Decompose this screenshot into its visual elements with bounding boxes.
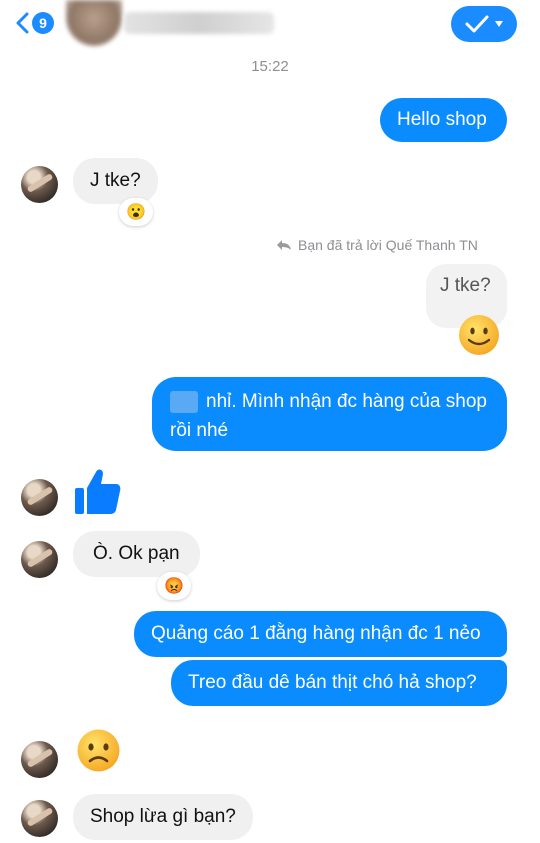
message-incoming[interactable]: J tke? <box>73 158 158 204</box>
sad-emoji-icon[interactable] <box>76 728 121 773</box>
contact-avatar[interactable] <box>21 541 58 578</box>
reaction-wow-icon[interactable]: 😮 <box>119 198 153 226</box>
chevron-left-icon <box>16 12 29 34</box>
check-menu-button[interactable] <box>451 6 517 42</box>
message-incoming[interactable]: Ò. Ok pạn <box>73 531 200 577</box>
back-button[interactable]: 9 <box>14 8 54 38</box>
contact-avatar[interactable] <box>21 741 58 778</box>
reaction-angry-icon[interactable]: 😡 <box>157 572 191 600</box>
checkmark-icon <box>465 15 489 33</box>
contact-avatar[interactable] <box>21 479 58 516</box>
contact-avatar[interactable] <box>21 800 58 837</box>
reply-note-text: Bạn đã trả lời Quế Thanh TN <box>298 237 478 253</box>
thumbs-up-icon[interactable] <box>74 466 122 516</box>
message-outgoing[interactable]: Treo đầu dê bán thịt chó hả shop? <box>171 660 507 706</box>
smile-emoji-icon[interactable] <box>458 314 500 356</box>
message-incoming[interactable]: Shop lừa gì bạn? <box>73 794 253 840</box>
message-line: nhỉ. Mình nhận đc hàng của shop <box>170 387 491 416</box>
reply-indicator: Bạn đã trả lời Quế Thanh TN <box>276 237 478 253</box>
unread-count-badge: 9 <box>32 12 54 34</box>
contact-avatar[interactable] <box>66 0 122 46</box>
redacted-block <box>170 390 198 413</box>
chat-header: 9 <box>0 0 540 48</box>
message-outgoing[interactable]: nhỉ. Mình nhận đc hàng của shop rồi nhé <box>152 377 507 451</box>
contact-name[interactable] <box>124 12 274 34</box>
caret-down-icon <box>495 21 503 27</box>
reply-arrow-icon <box>277 240 291 250</box>
message-outgoing[interactable]: Quảng cáo 1 đằng hàng nhận đc 1 nẻo <box>134 611 507 657</box>
message-outgoing[interactable]: Hello shop <box>380 98 507 142</box>
message-text: nhỉ. Mình nhận đc hàng của shop <box>206 391 487 412</box>
contact-avatar[interactable] <box>21 166 58 203</box>
message-text: rồi nhé <box>170 420 229 441</box>
chat-timestamp: 15:22 <box>251 58 289 75</box>
